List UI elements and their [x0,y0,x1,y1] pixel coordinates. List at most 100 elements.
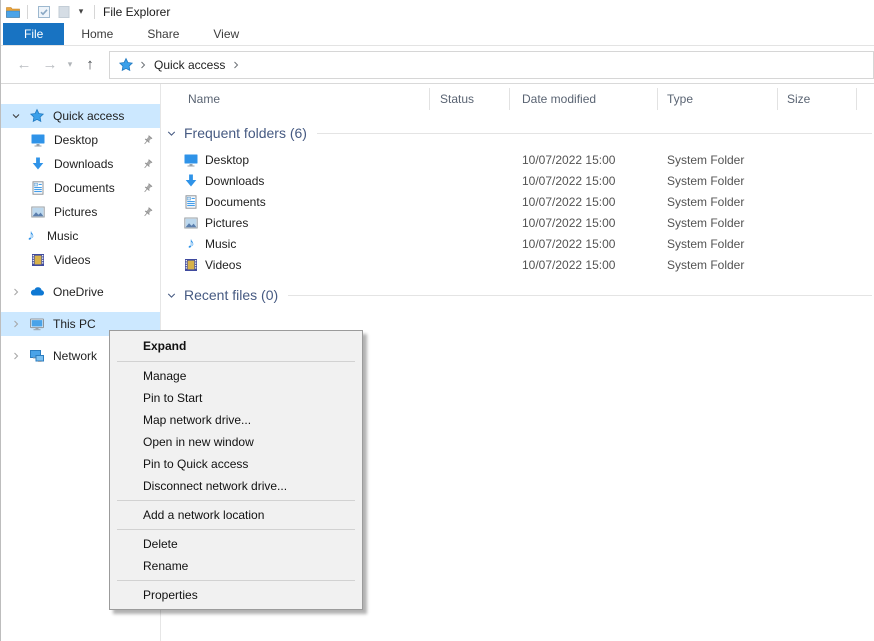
chevron-down-icon[interactable] [165,127,178,140]
menu-item-pin-to-quick-access[interactable]: Pin to Quick access [110,453,362,475]
file-date-modified: 10/07/2022 15:00 [510,174,658,188]
music-note-icon: ♪ [23,228,39,244]
file-row-videos[interactable]: Videos 10/07/2022 15:00 System Folder [161,254,874,275]
group-header-frequent-folders[interactable]: Frequent folders (6) [161,122,874,144]
file-explorer-window: ▾ File Explorer File Home Share View ← →… [0,0,874,641]
menu-item-pin-to-start[interactable]: Pin to Start [110,387,362,409]
spacer [1,272,160,280]
chevron-right-icon[interactable] [10,286,22,298]
chevron-right-icon[interactable] [10,350,22,362]
column-header-size[interactable]: Size [778,88,857,110]
onedrive-cloud-icon [29,284,45,300]
group-label: Recent files (0) [184,287,278,303]
chevron-right-icon[interactable] [10,318,22,330]
file-name: Downloads [205,174,264,188]
blank-document-icon [56,4,72,20]
tab-home[interactable]: Home [64,23,130,45]
pin-icon [141,158,154,171]
back-button[interactable]: ← [11,56,37,73]
breadcrumb-chevron-icon[interactable] [230,59,242,71]
pictures-icon [30,204,46,220]
sidebar-item-label: Documents [54,181,115,195]
titlebar: ▾ File Explorer [1,0,874,23]
spacer [1,304,160,312]
group-label: Frequent folders (6) [184,125,307,141]
sidebar-item-documents[interactable]: Documents [1,176,160,200]
breadcrumb-chevron-icon[interactable] [137,59,149,71]
sidebar-item-label: Pictures [54,205,97,219]
qat-properties-button[interactable] [34,2,54,22]
sidebar-item-onedrive[interactable]: OneDrive [1,280,160,304]
ribbon-tabs: File Home Share View [1,23,874,46]
menu-item-disconnect-network-drive[interactable]: Disconnect network drive... [110,475,362,497]
window-title: File Explorer [103,5,170,19]
file-name: Videos [205,258,241,272]
chevron-down-icon[interactable] [10,110,22,122]
file-row-documents[interactable]: Documents 10/07/2022 15:00 System Folder [161,191,874,212]
recent-locations-dropdown[interactable]: ▾ [63,59,77,70]
column-headers: Name Status Date modified Type Size [161,84,874,114]
tab-share[interactable]: Share [130,23,196,45]
divider [94,5,95,19]
sidebar-item-desktop[interactable]: Desktop [1,128,160,152]
menu-item-manage[interactable]: Manage [110,365,362,387]
sidebar-item-label: Music [47,229,78,243]
document-icon [183,194,199,210]
context-menu: Expand Manage Pin to Start Map network d… [109,330,363,610]
forward-button[interactable]: → [37,56,63,73]
qat-new-folder-button[interactable] [54,2,74,22]
sidebar-item-music[interactable]: ♪ Music [1,224,160,248]
column-header-name[interactable]: Name [161,88,430,110]
menu-item-properties[interactable]: Properties [110,584,362,606]
up-button[interactable]: ↑ [77,56,103,73]
check-document-icon [36,4,52,20]
file-type: System Folder [658,258,778,272]
this-pc-icon [29,316,45,332]
menu-separator [117,361,355,362]
document-icon [30,180,46,196]
file-date-modified: 10/07/2022 15:00 [510,237,658,251]
sidebar-item-quick-access[interactable]: Quick access [1,104,160,128]
column-header-status[interactable]: Status [430,88,510,110]
sidebar-item-label: Desktop [54,133,98,147]
menu-item-open-in-new-window[interactable]: Open in new window [110,431,362,453]
sidebar-item-pictures[interactable]: Pictures [1,200,160,224]
sidebar-item-label: Videos [54,253,90,267]
sidebar-item-label: Downloads [54,157,113,171]
file-row-pictures[interactable]: Pictures 10/07/2022 15:00 System Folder [161,212,874,233]
menu-item-rename[interactable]: Rename [110,555,362,577]
chevron-down-icon[interactable] [165,289,178,302]
pin-icon [141,206,154,219]
group-header-recent-files[interactable]: Recent files (0) [161,284,874,306]
sidebar-item-downloads[interactable]: Downloads [1,152,160,176]
pin-icon [141,134,154,147]
file-row-music[interactable]: ♪Music 10/07/2022 15:00 System Folder [161,233,874,254]
menu-item-add-network-location[interactable]: Add a network location [110,504,362,526]
address-box[interactable]: Quick access [109,51,874,79]
file-type: System Folder [658,195,778,209]
menu-separator [117,529,355,530]
tab-file[interactable]: File [3,23,64,45]
sidebar-item-label: This PC [53,317,96,331]
music-note-icon: ♪ [183,236,199,252]
column-header-date-modified[interactable]: Date modified [510,88,658,110]
file-row-desktop[interactable]: Desktop 10/07/2022 15:00 System Folder [161,149,874,170]
file-type: System Folder [658,153,778,167]
file-name: Documents [205,195,266,209]
download-arrow-icon [183,173,199,189]
file-explorer-logo-icon [5,4,21,20]
breadcrumb-root[interactable]: Quick access [154,58,225,72]
column-header-type[interactable]: Type [658,88,778,110]
quick-access-star-icon [118,57,134,73]
menu-item-expand[interactable]: Expand [110,334,362,358]
file-row-downloads[interactable]: Downloads 10/07/2022 15:00 System Folder [161,170,874,191]
menu-item-map-network-drive[interactable]: Map network drive... [110,409,362,431]
file-date-modified: 10/07/2022 15:00 [510,258,658,272]
quick-access-star-icon [29,108,45,124]
tab-view[interactable]: View [196,23,256,45]
file-name: Desktop [205,153,249,167]
sidebar-item-videos[interactable]: Videos [1,248,160,272]
sidebar-item-label: Quick access [53,109,124,123]
qat-customize-dropdown[interactable]: ▾ [74,6,88,17]
menu-item-delete[interactable]: Delete [110,533,362,555]
